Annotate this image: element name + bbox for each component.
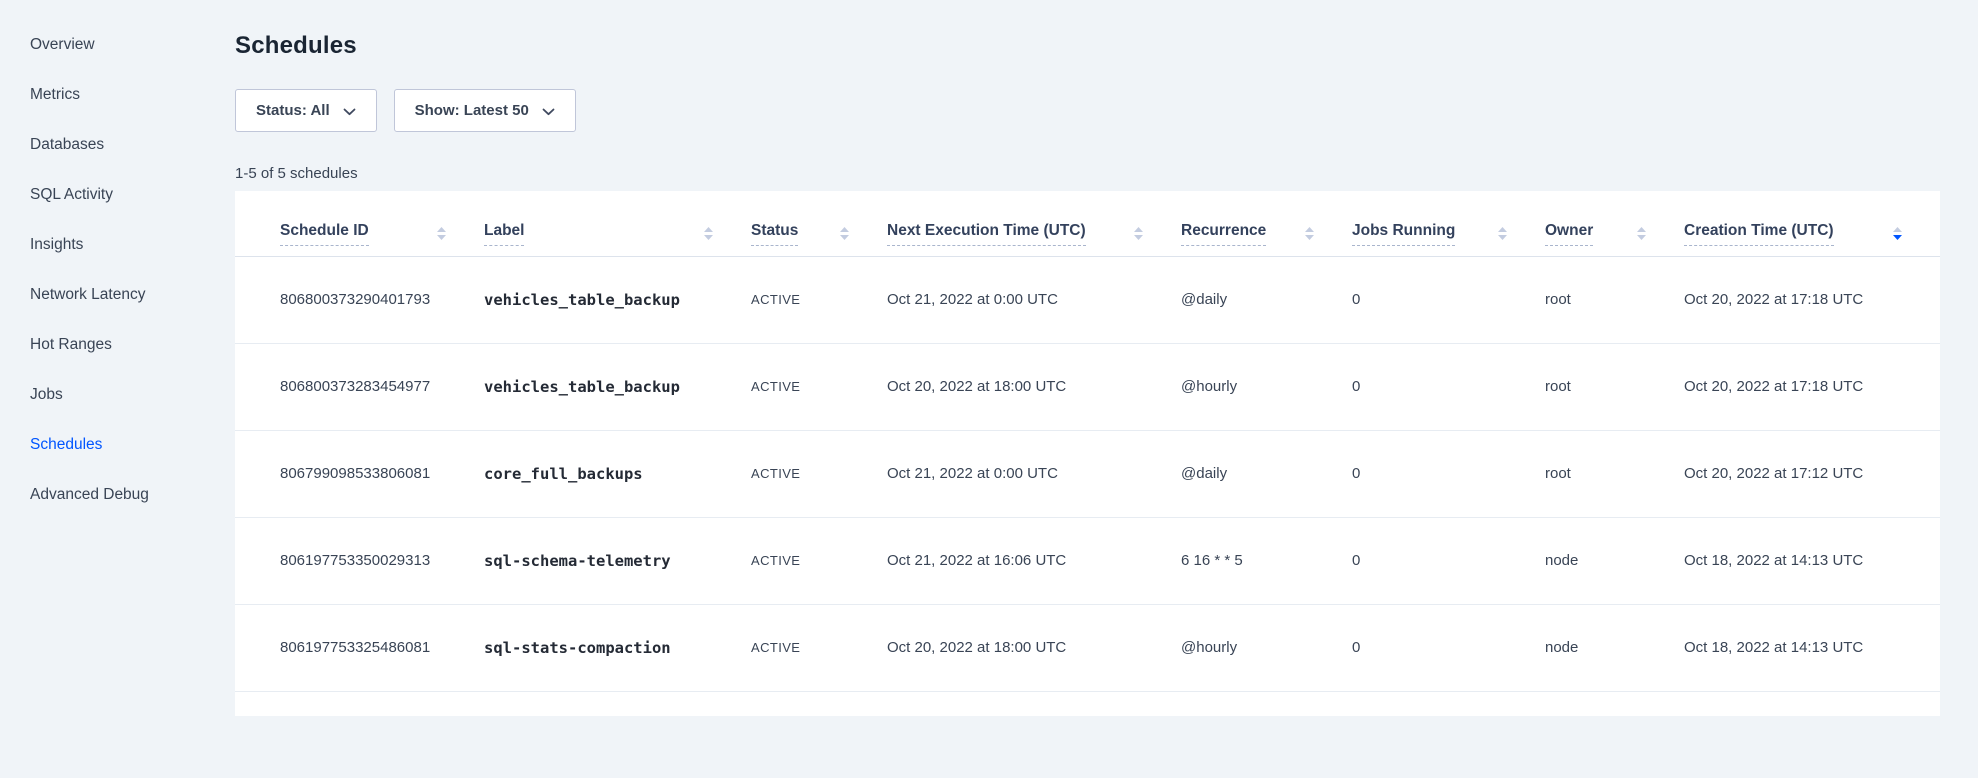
sort-icon[interactable] [1134, 227, 1143, 240]
schedule-status: ACTIVE [751, 604, 887, 691]
column-header-status[interactable]: Status [751, 191, 887, 256]
owner: root [1545, 430, 1684, 517]
schedule-id: 806800373283454977 [235, 343, 484, 430]
sidebar-item-hot-ranges[interactable]: Hot Ranges [30, 320, 235, 370]
column-label: Status [751, 222, 798, 246]
sort-icon[interactable] [1498, 227, 1507, 240]
next-execution-time: Oct 21, 2022 at 0:00 UTC [887, 256, 1181, 343]
schedule-label: sql-stats-compaction [484, 604, 751, 691]
chevron-down-icon [542, 108, 555, 116]
column-label: Schedule ID [280, 222, 369, 246]
creation-time: Oct 20, 2022 at 17:18 UTC [1684, 343, 1940, 430]
sidebar-item-advanced-debug[interactable]: Advanced Debug [30, 470, 235, 520]
next-execution-time: Oct 21, 2022 at 0:00 UTC [887, 430, 1181, 517]
column-header-recurrence[interactable]: Recurrence [1181, 191, 1352, 256]
schedule-row[interactable]: 806800373283454977vehicles_table_backupA… [235, 343, 1940, 430]
sort-icon[interactable] [840, 227, 849, 240]
status-filter-label: Status: All [256, 102, 330, 119]
next-execution-time: Oct 20, 2022 at 18:00 UTC [887, 343, 1181, 430]
schedule-status: ACTIVE [751, 430, 887, 517]
schedule-id: 806197753325486081 [235, 604, 484, 691]
jobs-running: 0 [1352, 256, 1545, 343]
next-execution-time: Oct 21, 2022 at 16:06 UTC [887, 517, 1181, 604]
schedule-status: ACTIVE [751, 343, 887, 430]
column-label: Jobs Running [1352, 222, 1455, 246]
schedule-label: core_full_backups [484, 430, 751, 517]
column-label: Next Execution Time (UTC) [887, 222, 1086, 246]
sidebar-item-metrics[interactable]: Metrics [30, 70, 235, 120]
creation-time: Oct 20, 2022 at 17:12 UTC [1684, 430, 1940, 517]
column-label: Creation Time (UTC) [1684, 222, 1834, 246]
sidebar-item-insights[interactable]: Insights [30, 220, 235, 270]
creation-time: Oct 18, 2022 at 14:13 UTC [1684, 604, 1940, 691]
schedule-label: vehicles_table_backup [484, 343, 751, 430]
recurrence: @daily [1181, 430, 1352, 517]
column-label: Owner [1545, 222, 1593, 246]
status-filter-dropdown[interactable]: Status: All [235, 89, 377, 132]
sort-icon[interactable] [704, 227, 713, 240]
column-header-creation-time-utc[interactable]: Creation Time (UTC) [1684, 191, 1940, 256]
filter-bar: Status: All Show: Latest 50 [235, 89, 1940, 132]
show-filter-dropdown[interactable]: Show: Latest 50 [394, 89, 576, 132]
app-window: OverviewMetricsDatabasesSQL ActivityInsi… [0, 0, 1978, 778]
sidebar-item-network-latency[interactable]: Network Latency [30, 270, 235, 320]
owner: node [1545, 604, 1684, 691]
recurrence: @hourly [1181, 343, 1352, 430]
sidebar-item-databases[interactable]: Databases [30, 120, 235, 170]
jobs-running: 0 [1352, 430, 1545, 517]
creation-time: Oct 20, 2022 at 17:18 UTC [1684, 256, 1940, 343]
table-body: 806800373290401793vehicles_table_backupA… [235, 256, 1940, 691]
jobs-running: 0 [1352, 604, 1545, 691]
sidebar-nav: OverviewMetricsDatabasesSQL ActivityInsi… [30, 20, 235, 520]
column-header-schedule-id[interactable]: Schedule ID [235, 191, 484, 256]
sidebar-item-schedules[interactable]: Schedules [30, 420, 235, 470]
recurrence: @daily [1181, 256, 1352, 343]
sidebar-item-jobs[interactable]: Jobs [30, 370, 235, 420]
creation-time: Oct 18, 2022 at 14:13 UTC [1684, 517, 1940, 604]
main-content: Schedules Status: All Show: Latest 50 1-… [235, 0, 1978, 778]
column-header-next-execution-time-utc[interactable]: Next Execution Time (UTC) [887, 191, 1181, 256]
column-header-jobs-running[interactable]: Jobs Running [1352, 191, 1545, 256]
results-count: 1-5 of 5 schedules [235, 165, 1940, 182]
sidebar: OverviewMetricsDatabasesSQL ActivityInsi… [0, 0, 235, 778]
table-header-row: Schedule ID Label Status Next Execution Tim… [235, 191, 1940, 256]
schedule-label: sql-schema-telemetry [484, 517, 751, 604]
schedules-table: Schedule ID Label Status Next Execution Tim… [235, 191, 1940, 692]
recurrence: @hourly [1181, 604, 1352, 691]
schedule-row[interactable]: 806800373290401793vehicles_table_backupA… [235, 256, 1940, 343]
schedule-id: 806800373290401793 [235, 256, 484, 343]
jobs-running: 0 [1352, 343, 1545, 430]
schedule-label: vehicles_table_backup [484, 256, 751, 343]
recurrence: 6 16 * * 5 [1181, 517, 1352, 604]
schedules-table-card: Schedule ID Label Status Next Execution Tim… [235, 191, 1940, 716]
schedule-id: 806197753350029313 [235, 517, 484, 604]
owner: root [1545, 343, 1684, 430]
owner: root [1545, 256, 1684, 343]
show-filter-label: Show: Latest 50 [415, 102, 529, 119]
schedule-row[interactable]: 806799098533806081core_full_backupsACTIV… [235, 430, 1940, 517]
sort-icon[interactable] [1305, 227, 1314, 240]
owner: node [1545, 517, 1684, 604]
next-execution-time: Oct 20, 2022 at 18:00 UTC [887, 604, 1181, 691]
schedule-status: ACTIVE [751, 517, 887, 604]
schedule-row[interactable]: 806197753350029313sql-schema-telemetryAC… [235, 517, 1940, 604]
sort-icon[interactable] [437, 227, 446, 240]
schedule-status: ACTIVE [751, 256, 887, 343]
jobs-running: 0 [1352, 517, 1545, 604]
sort-icon[interactable] [1637, 227, 1646, 240]
column-label: Recurrence [1181, 222, 1266, 246]
column-header-label[interactable]: Label [484, 191, 751, 256]
schedule-id: 806799098533806081 [235, 430, 484, 517]
chevron-down-icon [343, 108, 356, 116]
sort-icon[interactable] [1893, 227, 1902, 240]
column-label: Label [484, 222, 524, 246]
sidebar-item-sql-activity[interactable]: SQL Activity [30, 170, 235, 220]
page-title: Schedules [235, 32, 1940, 60]
sidebar-item-overview[interactable]: Overview [30, 20, 235, 70]
schedule-row[interactable]: 806197753325486081sql-stats-compactionAC… [235, 604, 1940, 691]
column-header-owner[interactable]: Owner [1545, 191, 1684, 256]
